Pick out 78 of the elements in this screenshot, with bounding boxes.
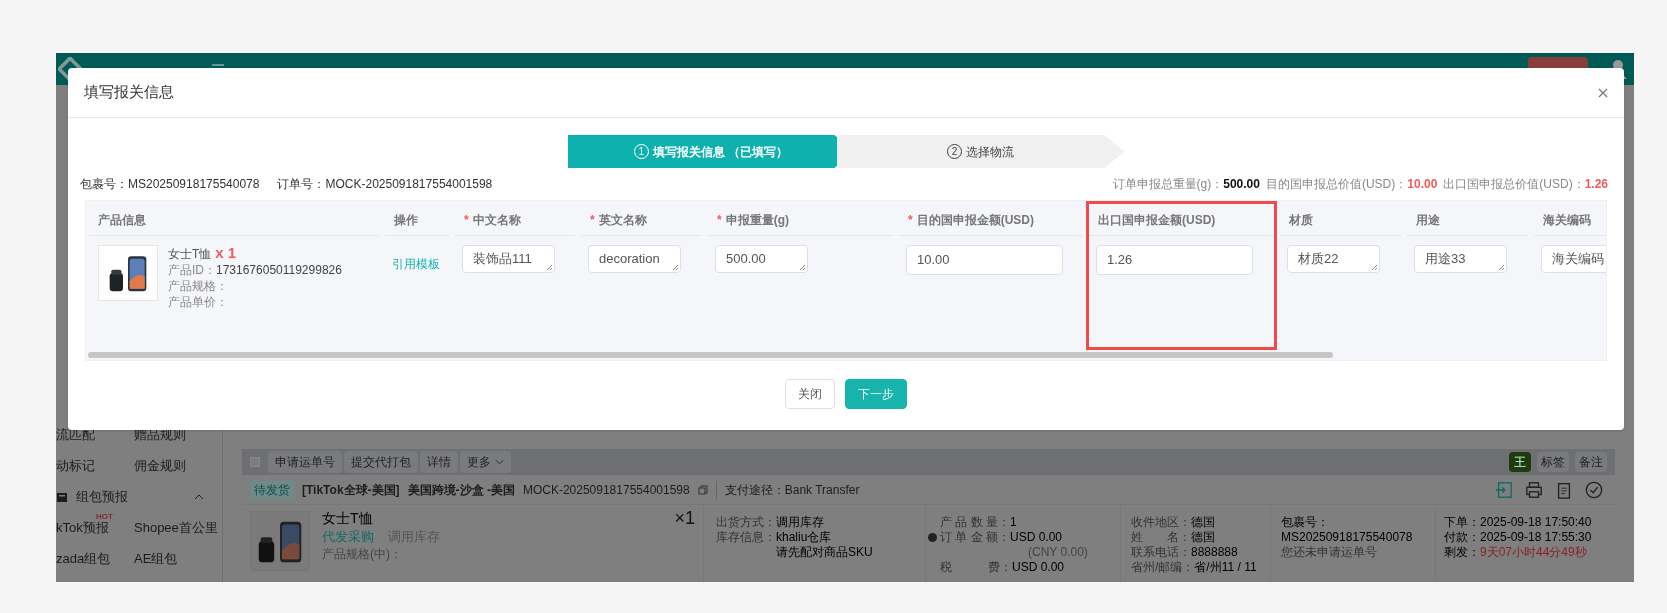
step-tab[interactable]: 2 选择物流 xyxy=(836,135,1125,168)
amount-info: (CNY 0.00) xyxy=(1027,545,1088,560)
declared-total: 出口国申报总价值(USD)：1.26 xyxy=(1443,176,1608,193)
hot-label: HOT xyxy=(96,510,113,521)
order-time: 下单：2025-09-18 17:50:40 xyxy=(1444,515,1593,530)
template-link[interactable]: 引用模板 xyxy=(392,257,440,271)
column-header: 目的国申报金额(USD) xyxy=(916,211,1034,229)
dialog-title: 填写报关信息 xyxy=(84,82,174,103)
note-button[interactable]: 备注 xyxy=(1575,452,1607,472)
shipping-info: 请先配对商品SKU xyxy=(775,545,874,560)
order-product-quantity: ×1 xyxy=(674,511,695,526)
sidebar-group-title[interactable]: 组包预报 xyxy=(76,486,128,507)
amount-info: 税 费：USD 0.00 xyxy=(940,560,1065,575)
sidebar-item[interactable]: AE组包 xyxy=(134,548,178,569)
toolbar-button[interactable]: 提交代打包 xyxy=(344,451,418,473)
column-header: 材质 xyxy=(1289,211,1313,229)
recipient-info: 联系电话：8888888 xyxy=(1131,545,1239,560)
column-header: 出口国申报金额(USD) xyxy=(1098,211,1216,229)
product-price: 产品单价： xyxy=(168,294,229,310)
sidebar-item[interactable]: kTok预报 xyxy=(56,519,109,535)
text-area[interactable]: 海关编码 xyxy=(1541,245,1606,273)
shipping-info: 库存信息：khaliu仓库 xyxy=(716,530,833,545)
shop-name: 美国跨境-沙盒 -美国 xyxy=(407,481,515,499)
declared-total: 订单申报总重量(g)：500.00 xyxy=(1112,176,1260,193)
toolbar-button[interactable]: 详情 xyxy=(420,451,458,473)
product-quantity: x 1 xyxy=(215,245,237,261)
text-area[interactable]: 用途33 xyxy=(1414,245,1507,273)
user-badge[interactable]: 王 xyxy=(1509,452,1531,472)
column-header: 英文名称 xyxy=(598,211,647,229)
close-button[interactable]: 关闭 xyxy=(785,379,835,409)
store-name: [TikTok全球-美国] xyxy=(302,481,400,499)
waybill-note: 您还未申请运单号 xyxy=(1281,545,1378,560)
required-mark: * xyxy=(464,211,469,229)
package-label: 包裹号： xyxy=(1281,515,1330,530)
column-header: 申报重量(g) xyxy=(725,211,789,229)
amount-info: 订 单 金 额：USD 0.00 xyxy=(940,530,1063,545)
package-number: 包裹号：MS20250918175540078 xyxy=(80,176,260,193)
product-id: 产品ID：1731676050119299826 xyxy=(168,262,342,278)
sidebar-item[interactable]: 动标记 xyxy=(56,455,134,476)
status-tag: 待发货 xyxy=(250,480,294,499)
order-product-name: 女士T恤 xyxy=(322,511,373,526)
order-id: MOCK-2025091817554001598 xyxy=(522,481,690,499)
amount-info: 产 品 数 量：1 xyxy=(940,515,1017,530)
text-area[interactable]: decoration xyxy=(588,245,681,273)
recipient-info: 省州/邮编：省/州11 / 11 xyxy=(1131,560,1258,575)
step-label: 填写报关信息 （已填写） xyxy=(652,143,789,161)
payment-method: 支付途径：Bank Transfer xyxy=(715,480,860,499)
column-header: 操作 xyxy=(394,211,418,229)
declared-total: 目的国申报总价值(USD)：10.00 xyxy=(1265,176,1438,193)
order-time: 付款：2025-09-18 17:55:30 xyxy=(1444,530,1593,545)
input-field[interactable]: 10.00 xyxy=(906,245,1063,275)
shipping-info: 出货方式：调用库存 xyxy=(716,515,825,530)
sidebar-item[interactable]: zada组包 xyxy=(56,550,111,566)
package-number: MS20250918175540078 xyxy=(1281,530,1414,545)
toolbar-button[interactable]: 更多 xyxy=(460,451,511,473)
column-header: 海关编码 xyxy=(1543,211,1591,229)
column-header: 用途 xyxy=(1416,211,1440,229)
column-header: 产品信息 xyxy=(98,211,146,229)
product-spec: 产品规格： xyxy=(168,278,229,294)
remaining-time: 剩发：9天07小时44分49秒 xyxy=(1444,545,1588,560)
text-area[interactable]: 材质22 xyxy=(1287,245,1380,273)
text-area[interactable]: 装饰品111 xyxy=(462,245,555,273)
column-header: 中文名称 xyxy=(472,211,521,229)
required-mark: * xyxy=(908,211,913,229)
next-button[interactable]: 下一步 xyxy=(845,379,907,409)
input-field[interactable]: 1.26 xyxy=(1096,245,1253,275)
step-label: 选择物流 xyxy=(966,143,1014,161)
sidebar-item[interactable]: Shopee首公里 xyxy=(134,517,218,538)
product-name: 女士T恤 xyxy=(168,246,212,262)
recipient-info: 收件地区：德国 xyxy=(1131,515,1216,530)
order-number: 订单号：MOCK-2025091817554001598 xyxy=(277,176,493,193)
required-mark: * xyxy=(590,211,595,229)
sidebar-item[interactable]: 佣金规则 xyxy=(134,455,186,476)
toolbar-button[interactable]: 申请运单号 xyxy=(268,451,342,473)
text-area[interactable]: 500.00 xyxy=(715,245,808,273)
tag-button[interactable]: 标签 xyxy=(1537,452,1569,472)
recipient-info: 姓 名：德国 xyxy=(1131,530,1216,545)
required-mark: * xyxy=(717,211,722,229)
